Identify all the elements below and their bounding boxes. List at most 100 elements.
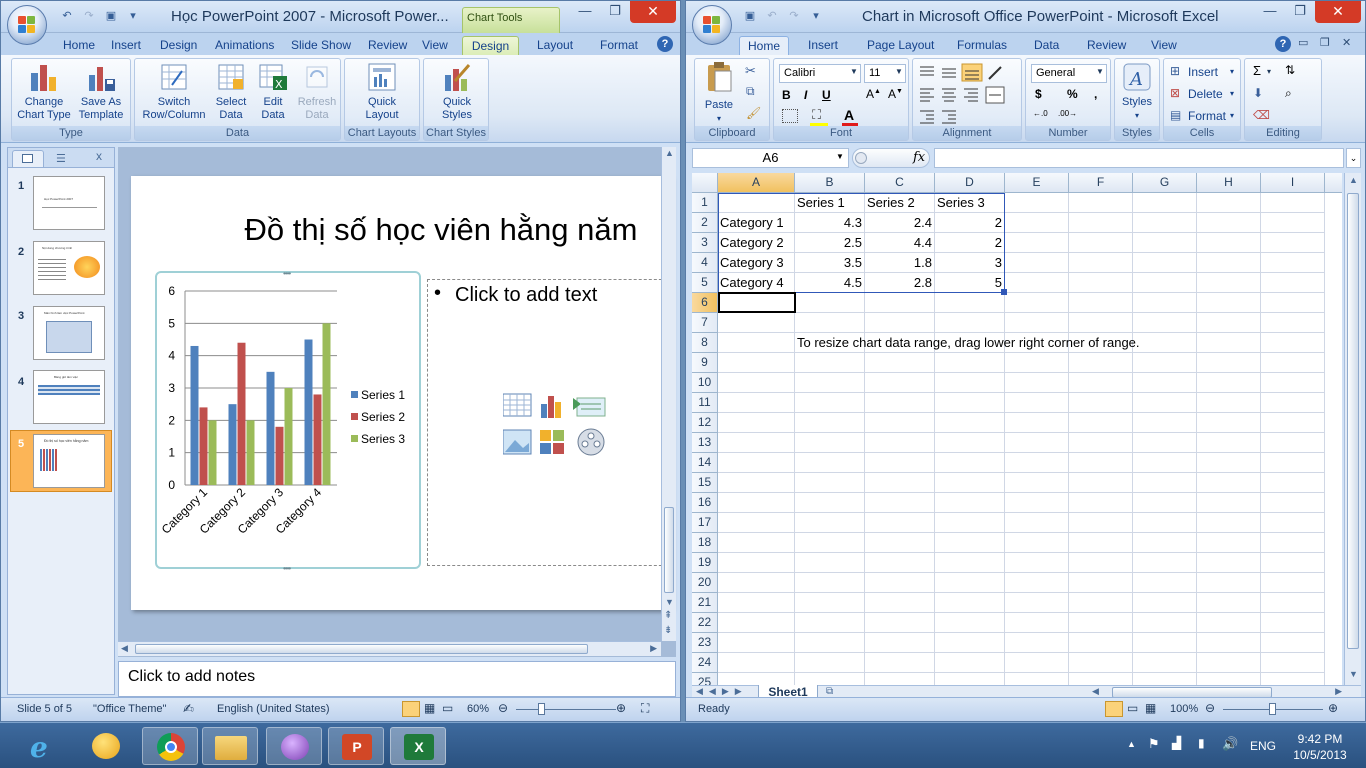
bold-icon[interactable]: B <box>782 88 791 102</box>
grid-cell[interactable] <box>1197 333 1261 353</box>
taskbar-file-explorer[interactable] <box>202 727 258 765</box>
row-header[interactable]: 10 <box>692 373 718 393</box>
value-cell[interactable]: 4.5 <box>797 273 862 293</box>
category-cell[interactable]: Category 2 <box>720 233 792 253</box>
row-header[interactable]: 5 <box>692 273 718 293</box>
grid-cell[interactable] <box>1069 493 1133 513</box>
grid-cell[interactable] <box>1261 233 1325 253</box>
grid-cell[interactable] <box>1005 273 1069 293</box>
format-painter-icon[interactable]: 🖌 <box>746 106 761 120</box>
grid-cell[interactable] <box>795 533 865 553</box>
grid-cell[interactable] <box>865 673 935 685</box>
xl-ribbon-minimize-icon[interactable]: ▭ <box>1298 36 1308 49</box>
xl-zoom-out-icon[interactable]: ⊖ <box>1205 701 1215 715</box>
grid-cell[interactable] <box>1133 453 1197 473</box>
row-header[interactable]: 22 <box>692 613 718 633</box>
grid-cell[interactable] <box>718 493 795 513</box>
grid-cell[interactable] <box>1069 293 1133 313</box>
grid-cell[interactable] <box>1133 513 1197 533</box>
row-header[interactable]: 8 <box>692 333 718 353</box>
percent-icon[interactable]: % <box>1067 87 1078 101</box>
grid-cell[interactable] <box>865 653 935 673</box>
fill-icon[interactable]: ⬇ <box>1253 86 1263 100</box>
grid-cell[interactable] <box>718 373 795 393</box>
tab-chart-format[interactable]: Format <box>595 36 643 55</box>
grid-cell[interactable] <box>935 553 1005 573</box>
grid-cell[interactable] <box>865 493 935 513</box>
sort-filter-icon[interactable]: ⇅ <box>1285 63 1295 77</box>
grid-cell[interactable] <box>1133 613 1197 633</box>
name-box-dropdown-icon[interactable]: ▼ <box>836 152 844 161</box>
grid-cell[interactable] <box>1197 593 1261 613</box>
find-select-icon[interactable]: ⌕ <box>1285 86 1292 101</box>
grid-cell[interactable] <box>865 453 935 473</box>
xl-tab-view[interactable]: View <box>1146 36 1182 55</box>
grid-cell[interactable] <box>795 633 865 653</box>
tab-chart-layout[interactable]: Layout <box>532 36 578 55</box>
grid-cell[interactable] <box>718 533 795 553</box>
grid-cell[interactable] <box>1005 253 1069 273</box>
insert-smartart-icon[interactable] <box>573 397 606 417</box>
grid-cell[interactable] <box>1261 413 1325 433</box>
next-slide-icon[interactable]: ⇟ <box>664 625 672 636</box>
row-header[interactable]: 11 <box>692 393 718 413</box>
slides-tab[interactable] <box>12 150 44 167</box>
grid-cell[interactable] <box>1197 413 1261 433</box>
xl-scroll-left-icon[interactable]: ◀ <box>1092 686 1099 697</box>
close-button[interactable]: ✕ <box>630 1 676 23</box>
grid-cell[interactable] <box>1069 433 1133 453</box>
slide-horizontal-scrollbar[interactable]: ◀ ▶ <box>118 641 661 656</box>
xl-minimize-button[interactable]: — <box>1255 1 1285 23</box>
xl-scroll-down-icon[interactable]: ▼ <box>1349 669 1358 679</box>
grid-cell[interactable] <box>1197 393 1261 413</box>
xl-redo-icon[interactable]: ↷ <box>784 7 804 25</box>
category-cell[interactable]: Category 4 <box>720 273 792 293</box>
grid-cell[interactable] <box>1133 273 1197 293</box>
xl-tab-review[interactable]: Review <box>1082 36 1131 55</box>
font-color-icon[interactable]: A <box>844 107 854 123</box>
row-header[interactable]: 19 <box>692 553 718 573</box>
row-header[interactable]: 20 <box>692 573 718 593</box>
edit-data-button[interactable]: X Edit Data <box>253 61 293 122</box>
grid-cell[interactable] <box>1133 653 1197 673</box>
grid-cell[interactable] <box>795 513 865 533</box>
grid-cell[interactable] <box>865 613 935 633</box>
grid-cell[interactable] <box>1197 373 1261 393</box>
language-indicator[interactable]: English (United States) <box>217 703 330 715</box>
value-cell[interactable]: 3.5 <box>797 253 862 273</box>
grid-cell[interactable] <box>718 333 795 353</box>
grid-cell[interactable] <box>795 433 865 453</box>
grid-cell[interactable] <box>795 653 865 673</box>
grid-cell[interactable] <box>718 553 795 573</box>
slide-thumbnail-5[interactable]: Đồ thị số học viên hằng năm <box>33 434 105 488</box>
row-header[interactable]: 6 <box>692 293 718 313</box>
clustered-column-chart[interactable]: 0123456Category 1Category 2Category 3Cat… <box>157 273 419 567</box>
grid-cell[interactable] <box>1005 213 1069 233</box>
decrease-indent-icon[interactable] <box>920 110 934 124</box>
xl-zoom-in-icon[interactable]: ⊕ <box>1328 701 1338 715</box>
grid-cell[interactable] <box>865 533 935 553</box>
increase-decimal-icon[interactable]: ←.0 <box>1033 109 1048 118</box>
row-header[interactable]: 17 <box>692 513 718 533</box>
delete-cells-icon[interactable]: ⊠ <box>1170 86 1180 100</box>
volume-icon[interactable]: 🔊 <box>1222 736 1238 752</box>
grid-cell[interactable] <box>935 353 1005 373</box>
grid-cell[interactable] <box>1005 233 1069 253</box>
chart-bottom-handle[interactable]: •••• <box>283 564 291 573</box>
grid-cell[interactable] <box>865 373 935 393</box>
xl-ribbon-restore-icon[interactable]: ❐ <box>1320 36 1330 49</box>
insert-media-clip-icon[interactable] <box>577 428 605 456</box>
italic-icon[interactable]: I <box>804 88 807 102</box>
grid-cell[interactable] <box>1197 433 1261 453</box>
xl-tab-home[interactable]: Home <box>739 36 789 55</box>
grid-cell[interactable] <box>935 673 1005 685</box>
grid-cell[interactable] <box>1133 353 1197 373</box>
shrink-font-icon[interactable]: A▼ <box>888 87 903 101</box>
grid-cell[interactable] <box>1261 633 1325 653</box>
grid-cell[interactable] <box>935 653 1005 673</box>
column-header[interactable]: E <box>1005 173 1069 193</box>
grid-cell[interactable] <box>1197 473 1261 493</box>
grid-cell[interactable] <box>1069 533 1133 553</box>
grid-cell[interactable] <box>718 413 795 433</box>
top-align-icon[interactable] <box>920 66 934 76</box>
